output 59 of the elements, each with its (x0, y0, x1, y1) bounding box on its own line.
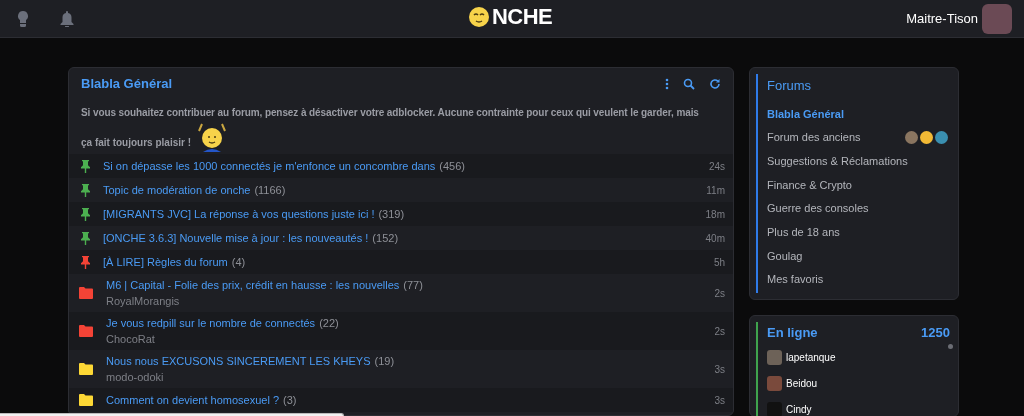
topic-time: 40m (705, 231, 725, 246)
topic-link[interactable]: Je vous redpill sur le nombre de connectés (106, 315, 316, 331)
reply-count: (319) (378, 207, 405, 222)
topic-link[interactable]: Comment on devient homosexuel ? (106, 392, 280, 408)
bell-icon[interactable] (60, 10, 74, 27)
forum-link[interactable]: Forum des anciens (767, 129, 861, 146)
online-heading: En ligne (767, 324, 818, 342)
topic-link[interactable]: [À LIRE] Règles du forum (103, 254, 228, 270)
reply-count: (19) (374, 354, 395, 369)
smiley-logo-icon (468, 6, 490, 28)
user-avatar[interactable] (920, 131, 933, 145)
topic-author[interactable]: ChocoRat (106, 331, 155, 347)
topic-link[interactable]: Si on dépasse les 1000 connectés je m'enfonce un concombre dans (103, 158, 436, 174)
forum-link[interactable]: Guerre des consoles (767, 200, 869, 217)
scrollbar-thumb[interactable] (948, 344, 953, 349)
reply-count: (456) (439, 159, 465, 174)
board-title: Blabla Général (81, 75, 173, 94)
user-avatar[interactable] (935, 131, 948, 145)
site-logo[interactable]: NCHE (492, 6, 553, 28)
topic-time: 18m (705, 207, 725, 222)
topic-link[interactable]: [ONCHE 3.6.3] Nouvelle mise à jour : les nouveautés ! (103, 230, 369, 246)
forum-link[interactable]: Mes favoris (767, 271, 824, 288)
topic-author[interactable]: modo-odoki (106, 369, 164, 385)
online-username[interactable]: Beidou (786, 375, 818, 391)
forums-heading: Forums (767, 77, 813, 95)
topic-link[interactable]: Nous nous EXCUSONS SINCEREMENT LES KHEYS (106, 353, 371, 369)
topic-link[interactable]: M6 | Capital - Folie des prix, crédit en hausse : les nouvelles (106, 277, 400, 293)
username[interactable]: Maitre-Tison (906, 8, 978, 29)
online-username[interactable]: lapetanque (786, 349, 836, 365)
reply-count: (4) (231, 255, 246, 270)
forum-link[interactable]: Finance & Crypto (767, 176, 852, 194)
topic-time: 24s (708, 159, 725, 174)
topic-time: 2s (714, 286, 725, 301)
forum-link[interactable]: Blabla Général (767, 105, 845, 123)
online-username[interactable]: Cindy (786, 401, 812, 416)
reply-count: (22) (319, 316, 339, 331)
online-count: 1250 (921, 324, 950, 342)
topic-link[interactable]: Topic de modération de onche (103, 182, 251, 198)
more-options-icon[interactable] (665, 78, 669, 90)
reply-count: (3) (283, 393, 297, 408)
reply-count: (152) (372, 231, 399, 246)
adblock-notice: Si vous souhaitez contribuer au forum, pensez à désactiver votre adblocker. Aucune contrainte pour ceux qui veulent le garder, mais (81, 106, 699, 120)
topic-author[interactable]: RoyalMorangis (106, 293, 180, 309)
topic-time: 11m (706, 183, 725, 198)
lightbulb-icon[interactable] (16, 10, 30, 27)
topic-time: 2s (714, 324, 725, 339)
topic-time: 3s (714, 393, 725, 408)
topic-time: 5h (713, 255, 725, 270)
user-avatar[interactable] (905, 131, 918, 145)
adblock-notice: ça fait toujours plaisir ! (81, 136, 192, 150)
forum-link[interactable]: Suggestions & Réclamations (767, 152, 908, 170)
reply-count: (77) (403, 278, 423, 293)
forum-link[interactable]: Plus de 18 ans (767, 224, 840, 241)
refresh-icon[interactable] (709, 78, 721, 90)
topic-link[interactable]: [MIGRANTS JVC] La réponse à vos questions juste ici ! (103, 206, 375, 222)
topic-time: 3s (714, 362, 725, 377)
reply-count: (1166) (254, 183, 286, 198)
search-icon[interactable] (683, 78, 695, 90)
forum-link[interactable]: Goulag (767, 247, 803, 265)
